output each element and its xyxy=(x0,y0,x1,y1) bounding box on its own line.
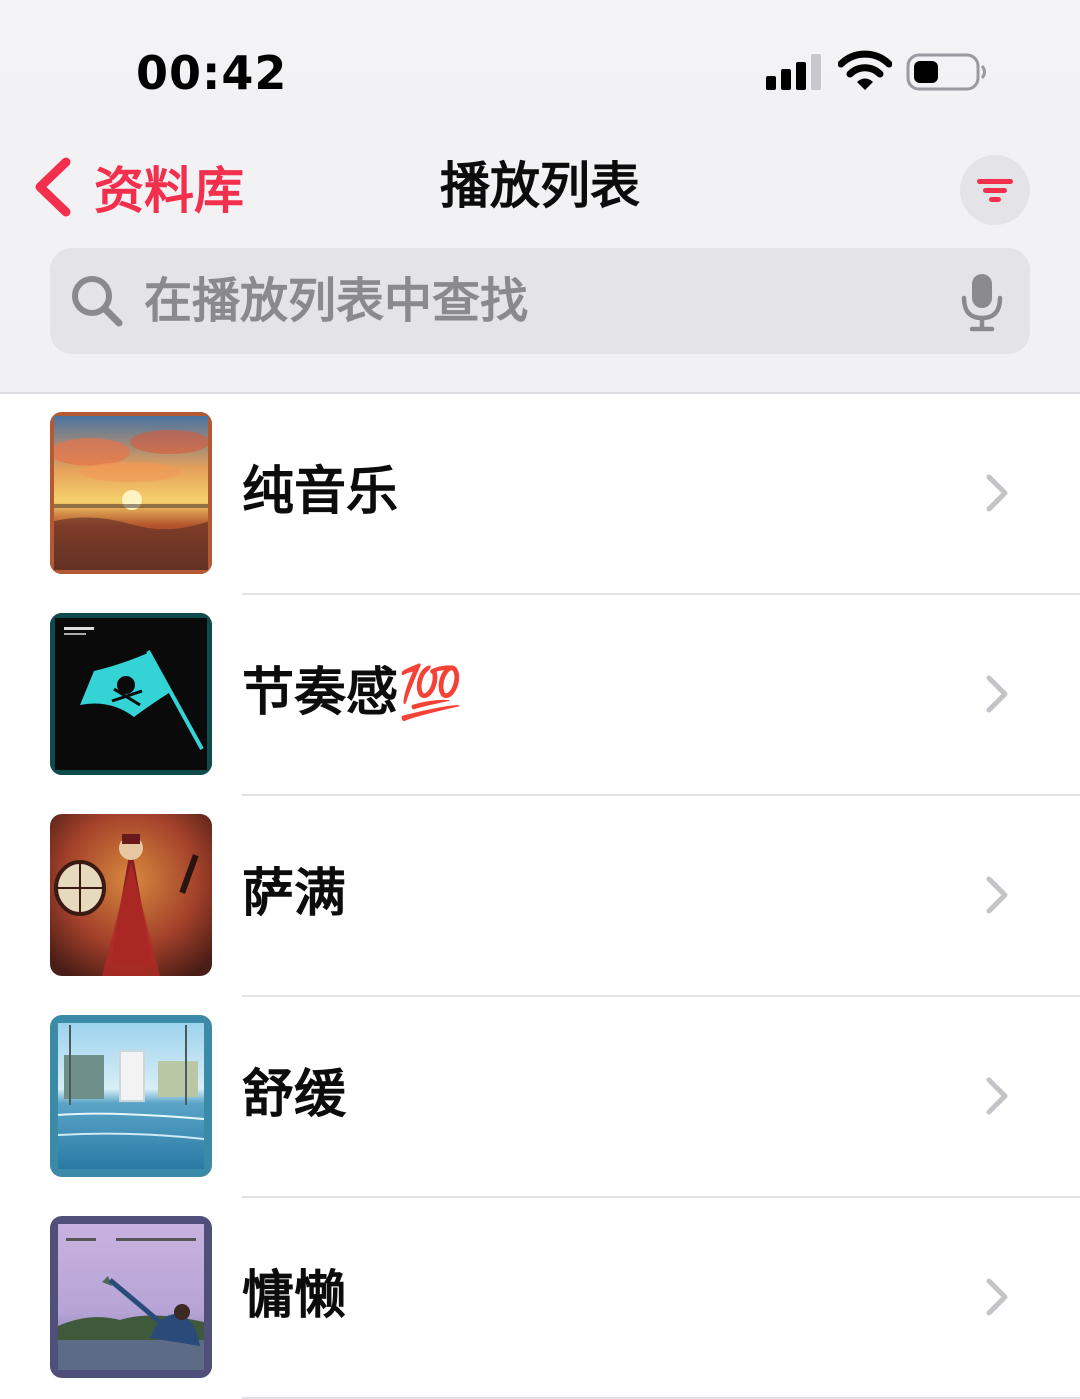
cellular-signal-icon xyxy=(766,54,821,90)
page-title: 播放列表 xyxy=(440,157,640,215)
playlist-list: 纯音乐 节奏感💯 萨满 舒缓 慵懒 xyxy=(0,394,1080,1399)
shaman-drum-artwork xyxy=(50,814,212,976)
playlist-name: 节奏感💯 xyxy=(242,663,463,723)
filter-icon xyxy=(977,179,1013,202)
flooded-town-artwork xyxy=(50,1015,212,1177)
playlist-item[interactable]: 节奏感💯 xyxy=(0,595,1080,796)
chevron-right-icon xyxy=(986,675,1008,713)
playlist-item[interactable]: 舒缓 xyxy=(0,997,1080,1198)
chevron-right-icon xyxy=(986,474,1008,512)
playlist-name: 慵懒 xyxy=(242,1266,347,1326)
playlist-item[interactable]: 纯音乐 xyxy=(0,394,1080,595)
playlist-name: 纯音乐 xyxy=(242,462,399,522)
wifi-icon xyxy=(838,50,892,90)
chevron-right-icon xyxy=(986,876,1008,914)
pirate-flag-artwork xyxy=(50,613,212,775)
search-icon xyxy=(72,276,123,327)
playlist-name: 舒缓 xyxy=(242,1065,347,1125)
battery-icon xyxy=(906,53,986,91)
lakeside-kite-artwork xyxy=(50,1216,212,1378)
playlist-item[interactable]: 慵懒 xyxy=(0,1198,1080,1399)
chevron-right-icon xyxy=(986,1278,1008,1316)
status-time: 00:42 xyxy=(136,46,288,100)
chevron-right-icon xyxy=(986,1077,1008,1115)
filter-button[interactable] xyxy=(960,155,1030,225)
playlist-name: 萨满 xyxy=(242,864,347,924)
header-area: 00:42 资料库 播放列表 xyxy=(0,0,1080,394)
playlist-item[interactable]: 萨满 xyxy=(0,796,1080,997)
search-bar[interactable] xyxy=(50,248,1030,354)
sunset-painting-artwork xyxy=(50,412,212,574)
search-input[interactable] xyxy=(142,260,916,342)
microphone-icon[interactable] xyxy=(960,272,1004,332)
